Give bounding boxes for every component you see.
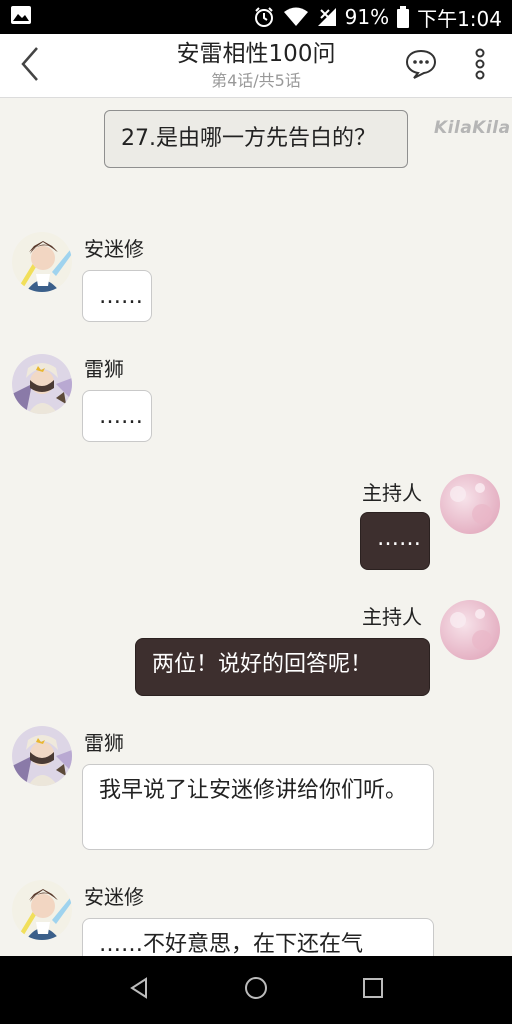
message-bubble: ……: [360, 512, 430, 570]
back-button[interactable]: [10, 44, 50, 88]
message-bubble: 我早说了让安迷修讲给你们听。: [82, 764, 434, 850]
message-bubble: ……: [82, 270, 152, 322]
chat-area[interactable]: KilaKila 27.是由哪一方先告白的？ 安迷修 …… 雷狮 …… 主持人 …: [0, 98, 512, 956]
nav-back-button[interactable]: [114, 965, 164, 1015]
more-icon: [474, 48, 486, 84]
wifi-icon: [283, 7, 309, 27]
narration-bubble: 27.是由哪一方先告白的？: [104, 110, 408, 168]
message-bubble: 两位！说好的回答呢！: [135, 638, 430, 696]
signal-icon: [317, 7, 337, 27]
battery-percent: 91%: [344, 5, 390, 29]
speaker-name: 雷狮: [84, 731, 124, 755]
nav-recents-button[interactable]: [348, 965, 398, 1015]
avatar-anmixiu[interactable]: [12, 232, 72, 292]
nav-home-icon: [244, 976, 268, 1004]
message-bubble: ……: [82, 390, 152, 442]
episode-indicator: 第4话/共5话: [211, 71, 301, 90]
avatar-leishi[interactable]: [12, 354, 72, 414]
kilakila-watermark: KilaKila: [434, 118, 511, 138]
navigation-bar: [0, 956, 512, 1024]
speaker-name: 雷狮: [84, 357, 124, 381]
page-title: 安雷相性100问: [176, 41, 336, 67]
avatar-leishi[interactable]: [12, 726, 72, 786]
status-bar: 91% 下午1:04: [0, 0, 512, 34]
more-button[interactable]: [460, 46, 500, 86]
back-icon: [19, 46, 41, 86]
speaker-name: 主持人: [362, 605, 422, 629]
comment-icon: [405, 49, 437, 83]
alarm-icon: [253, 6, 275, 28]
speaker-name: 安迷修: [84, 885, 144, 909]
nav-home-button[interactable]: [231, 965, 281, 1015]
speaker-name: 主持人: [362, 481, 422, 505]
avatar-anmixiu[interactable]: [12, 880, 72, 940]
header: 安雷相性100问 第4话/共5话: [0, 34, 512, 98]
image-icon: [10, 5, 32, 30]
clock: 下午1:04: [417, 6, 502, 31]
avatar-host[interactable]: [440, 474, 500, 534]
message-bubble: ……不好意思，在下还在气: [82, 918, 434, 956]
nav-recents-icon: [363, 978, 384, 1002]
battery-icon: [397, 6, 410, 28]
nav-back-icon: [128, 977, 150, 1003]
avatar-host[interactable]: [440, 600, 500, 660]
comment-button[interactable]: [400, 46, 442, 86]
title-block: 安雷相性100问 第4话/共5话: [110, 38, 402, 92]
speaker-name: 安迷修: [84, 237, 144, 261]
